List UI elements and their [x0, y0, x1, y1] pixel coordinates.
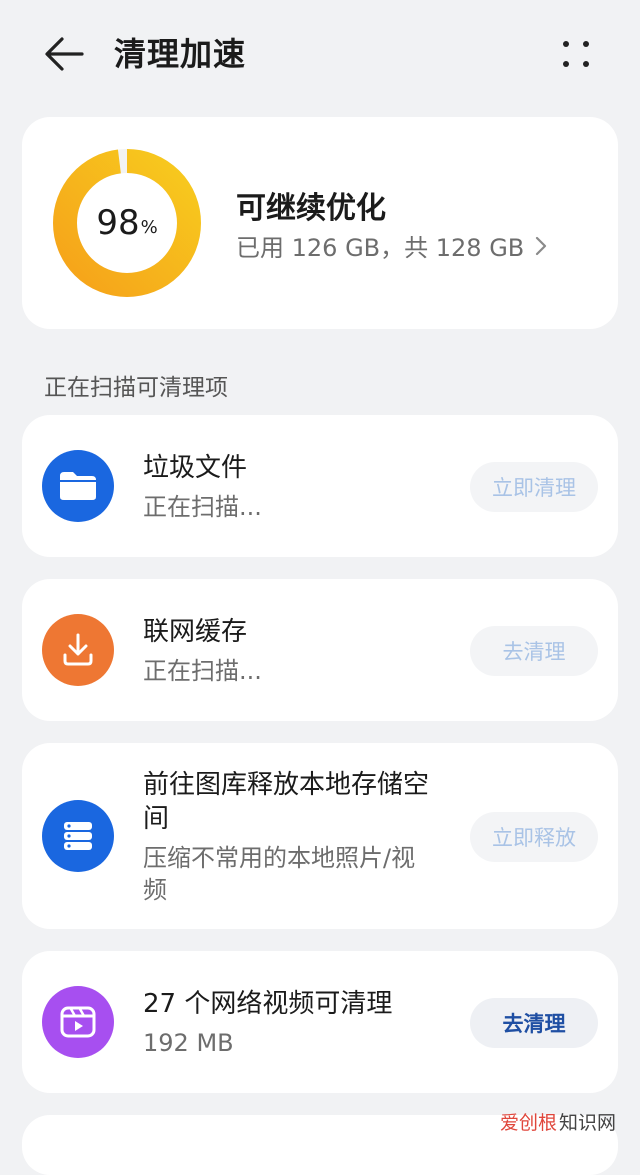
clean-now-button[interactable]: 立即清理	[470, 462, 598, 512]
item-title: 垃圾文件	[143, 453, 248, 483]
list-item-junk-files[interactable]: 垃圾文件 正在扫描... 立即清理	[22, 415, 618, 557]
list-item-gallery-release[interactable]: 前往图库释放本地存储空 间 压缩不常用的本地照片/视 频 立即释放	[22, 743, 618, 929]
go-clean-button[interactable]: 去清理	[470, 626, 598, 676]
watermark-part1: 爱创根	[500, 1112, 558, 1134]
release-now-button[interactable]: 立即释放	[470, 812, 598, 862]
watermark-part2: 知识网	[559, 1112, 617, 1134]
storage-detail-text: 已用 126 GB，共 128 GB	[236, 234, 525, 262]
back-button[interactable]	[40, 30, 88, 78]
usage-percent-number: 98	[96, 203, 140, 243]
item-title: 联网缓存	[143, 617, 248, 647]
more-options-button[interactable]	[556, 34, 596, 74]
download-icon	[63, 633, 93, 666]
storage-detail-link[interactable]: 已用 126 GB，共 128 GB	[236, 228, 548, 263]
item-subtitle: 正在扫描...	[143, 493, 262, 521]
folder-icon	[60, 472, 96, 500]
video-clapper-icon	[60, 1006, 96, 1038]
usage-percent: 98%	[52, 148, 202, 298]
item-title: 27 个网络视频可清理	[143, 989, 393, 1019]
go-clean-button[interactable]: 去清理	[470, 998, 598, 1048]
arrow-left-icon	[45, 37, 84, 71]
item-subtitle: 正在扫描...	[143, 657, 262, 685]
watermark: 爱创根 知识网	[500, 1108, 616, 1135]
item-title-line2: 间	[143, 804, 170, 834]
item-subtitle: 192 MB	[143, 1029, 234, 1057]
storage-stack-icon	[64, 822, 92, 850]
item-subtitle-line2: 频	[143, 876, 167, 904]
app-header: 清理加速	[0, 0, 640, 108]
page-title: 清理加速	[114, 35, 247, 73]
section-label: 正在扫描可清理项	[44, 375, 228, 401]
list-item-network-cache[interactable]: 联网缓存 正在扫描... 去清理	[22, 579, 618, 721]
list-item-network-videos[interactable]: 27 个网络视频可清理 192 MB 去清理	[22, 951, 618, 1093]
chevron-right-icon	[536, 236, 547, 255]
storage-summary-card[interactable]: 98% 可继续优化 已用 126 GB，共 128 GB	[22, 117, 618, 329]
item-title-line1: 前往图库释放本地存储空	[143, 770, 430, 800]
more-dots-icon	[563, 41, 569, 47]
item-subtitle-line1: 压缩不常用的本地照片/视	[143, 844, 416, 872]
storage-status: 可继续优化	[236, 191, 386, 226]
usage-percent-symbol: %	[140, 216, 158, 238]
